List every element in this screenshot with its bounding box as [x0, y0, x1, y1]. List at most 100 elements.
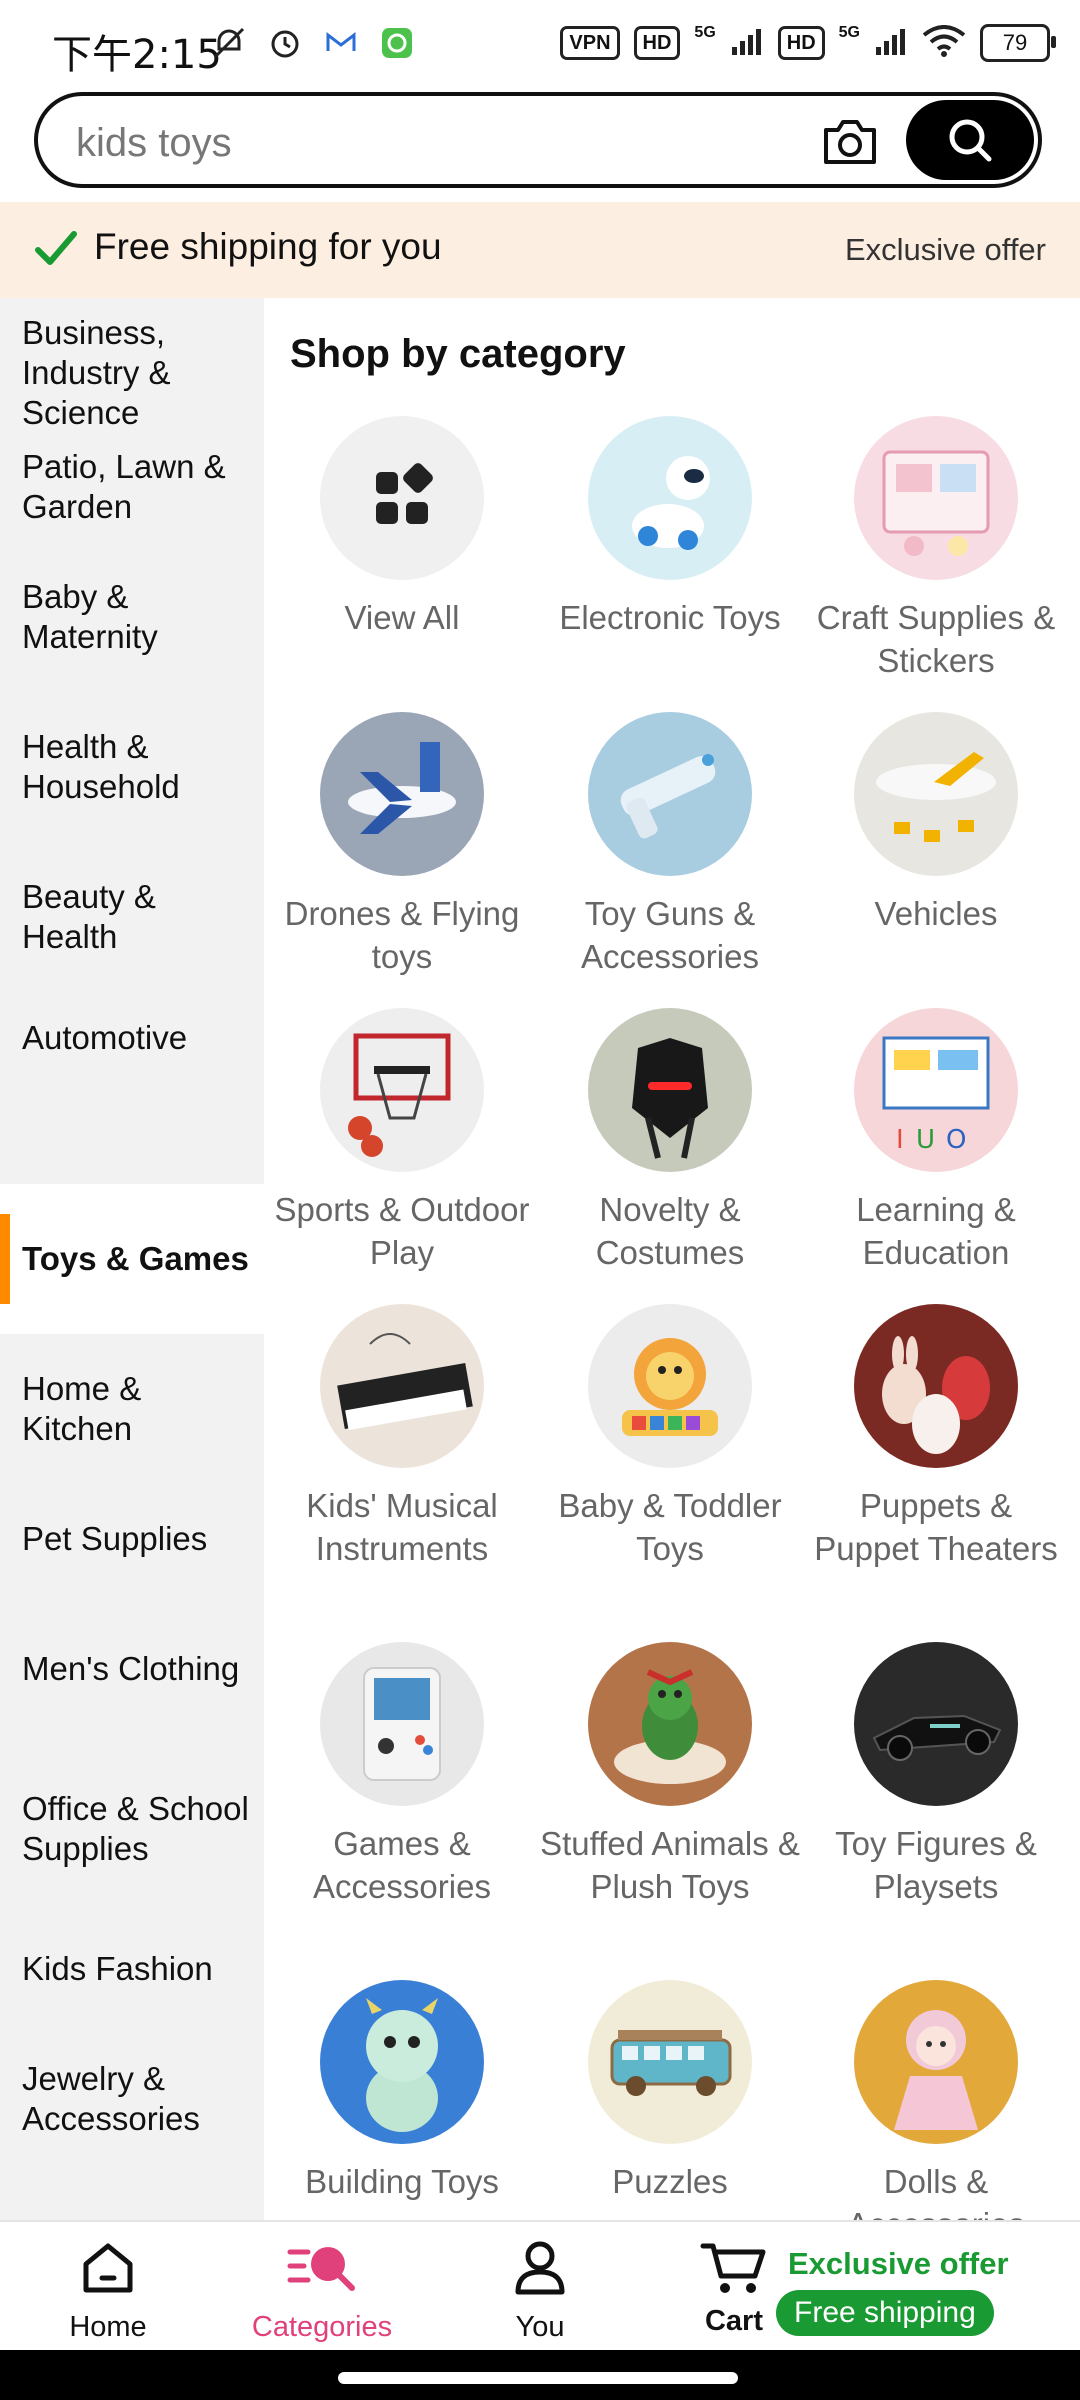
search-input[interactable] [74, 114, 818, 172]
wifi-icon [922, 24, 966, 62]
category-musical-instruments[interactable]: Kids' Musical Instruments [272, 1304, 532, 1570]
category-label: Dolls & Accessories [847, 2163, 1025, 2220]
category-building-toys[interactable]: Building Toys [272, 1980, 532, 2203]
sidebar-item-health[interactable]: Health & Household [0, 692, 264, 842]
category-electronic-toys[interactable]: Electronic Toys [540, 416, 800, 639]
category-games-accessories[interactable]: Games & Accessories [272, 1642, 532, 1908]
category-vehicles[interactable]: Vehicles [806, 712, 1066, 935]
search-button[interactable] [906, 100, 1034, 180]
robot-dog-icon [588, 416, 752, 580]
nav-home[interactable]: Home [28, 2236, 188, 2344]
svg-text:O: O [946, 1125, 966, 1155]
vpn-badge: VPN [560, 26, 620, 60]
category-stuffed-animals[interactable]: Stuffed Animals & Plush Toys [540, 1642, 800, 1908]
home-gesture-handle[interactable] [338, 2372, 738, 2384]
sidebar-item-automotive[interactable]: Automotive [0, 992, 264, 1084]
alarm-icon [266, 24, 304, 62]
status-bar: 下午2:15 VPN HD 5G HD 5G 79 [0, 0, 1080, 92]
category-novelty-costumes[interactable]: Novelty & Costumes [540, 1008, 800, 1274]
category-label: Kids' Musical Instruments [306, 1487, 498, 1567]
category-learning-education[interactable]: IUO Learning & Education [806, 1008, 1066, 1274]
category-baby-toddler[interactable]: Baby & Toddler Toys [540, 1304, 800, 1570]
sidebar-item-pet[interactable]: Pet Supplies [0, 1484, 264, 1594]
sidebar-item-label: Men's Clothing [22, 1650, 240, 1687]
signal-icon [730, 27, 764, 60]
category-label: Games & Accessories [313, 1825, 491, 1905]
sidebar-item-office[interactable]: Office & School Supplies [0, 1744, 264, 1914]
category-sports-outdoor[interactable]: Sports & Outdoor Play [272, 1008, 532, 1274]
nav-home-label: Home [69, 2311, 147, 2343]
doll-icon [854, 1980, 1018, 2144]
sidebar-item-toys[interactable]: Toys & Games [0, 1184, 264, 1334]
sidebar-item-label: Health & Household [22, 728, 180, 805]
category-label: Sports & Outdoor Play [274, 1191, 530, 1271]
category-dolls[interactable]: Dolls & Accessories [806, 1980, 1066, 2220]
sticker-book-icon [854, 416, 1018, 580]
category-label: Puppets & Puppet Theaters [814, 1487, 1058, 1567]
toy-plane-icon [854, 712, 1018, 876]
keyboard-icon [320, 1304, 484, 1468]
exclusive-offer-link[interactable]: Exclusive offer [845, 232, 1046, 268]
category-puzzles[interactable]: Puzzles [540, 1980, 800, 2203]
learning-board-icon: IUO [854, 1008, 1018, 1172]
search-icon [949, 119, 992, 162]
mute-icon [210, 24, 248, 62]
category-label: Toy Guns & Accessories [581, 895, 759, 975]
sidebar-item-label: Business, Industry & Science [22, 314, 171, 431]
cart-icon [700, 2243, 766, 2293]
category-puppets[interactable]: Puppets & Puppet Theaters [806, 1304, 1066, 1570]
category-label: Electronic Toys [559, 599, 781, 636]
basketball-hoop-icon [320, 1008, 484, 1172]
lion-piano-icon [588, 1304, 752, 1468]
category-label: Learning & Education [856, 1191, 1016, 1271]
sidebar-item-baby[interactable]: Baby & Maternity [0, 542, 264, 692]
hd-badge: HD [633, 26, 681, 60]
status-time: 下午2:15 [52, 32, 222, 78]
sidebar-item-label: Home & Kitchen [22, 1370, 142, 1447]
category-label: View All [344, 599, 460, 636]
puzzle-bus-icon [588, 1980, 752, 2144]
category-view-all[interactable]: View All [272, 416, 532, 639]
category-label: Novelty & Costumes [595, 1191, 745, 1271]
category-toy-figures[interactable]: Toy Figures & Playsets [806, 1642, 1066, 1908]
nav-categories[interactable]: Categories [242, 2236, 402, 2344]
signal-icon-2 [874, 27, 908, 60]
app-notify-icon [378, 24, 416, 62]
water-gun-icon [588, 712, 752, 876]
network-type-2: 5G [838, 24, 860, 41]
category-main-panel: Shop by category View All Electronic Toy… [264, 298, 1080, 2220]
categories-icon [287, 2247, 355, 2291]
sidebar-item-kids-fashion[interactable]: Kids Fashion [0, 1914, 264, 2024]
sidebar-item-beauty[interactable]: Beauty & Health [0, 842, 264, 992]
sidebar-item-business[interactable]: Business, Industry & Science [0, 314, 264, 432]
category-label: Drones & Flying toys [284, 895, 520, 975]
nav-free-shipping-badge[interactable]: Free shipping [776, 2290, 994, 2336]
category-toy-guns[interactable]: Toy Guns & Accessories [540, 712, 800, 978]
sidebar-item-label: Beauty & Health [22, 878, 156, 955]
check-icon [34, 226, 78, 275]
category-drones[interactable]: Drones & Flying toys [272, 712, 532, 978]
nav-you[interactable]: You [460, 2236, 620, 2344]
sidebar-item-label: Office & School Supplies [22, 1790, 249, 1867]
sidebar-item-label: Baby & Maternity [22, 578, 158, 655]
sidebar-item-home-kitchen[interactable]: Home & Kitchen [0, 1334, 264, 1484]
blocks-figure-icon [320, 1980, 484, 2144]
handheld-console-icon [320, 1642, 484, 1806]
camera-search-button[interactable] [818, 110, 882, 174]
sidebar-item-mens[interactable]: Men's Clothing [0, 1594, 264, 1744]
svg-text:I: I [896, 1125, 904, 1155]
battery-indicator: 79 [980, 24, 1056, 62]
airplane-icon [320, 712, 484, 876]
category-label: Craft Supplies & Stickers [816, 599, 1056, 679]
category-label: Building Toys [305, 2163, 499, 2200]
nav-exclusive-offer[interactable]: Exclusive offer [788, 2246, 1009, 2282]
category-craft-supplies[interactable]: Craft Supplies & Stickers [806, 416, 1066, 682]
sidebar-item-patio[interactable]: Patio, Lawn & Garden [0, 432, 264, 542]
home-icon [83, 2243, 133, 2293]
nav-categories-label: Categories [251, 2311, 393, 2343]
plush-dragon-icon [588, 1642, 752, 1806]
user-icon [515, 2241, 565, 2295]
sidebar-item-jewelry[interactable]: Jewelry & Accessories [0, 2024, 264, 2174]
sidebar-item-label: Patio, Lawn & Garden [22, 448, 226, 525]
free-shipping-banner[interactable]: Free shipping for you Exclusive offer [0, 202, 1080, 298]
